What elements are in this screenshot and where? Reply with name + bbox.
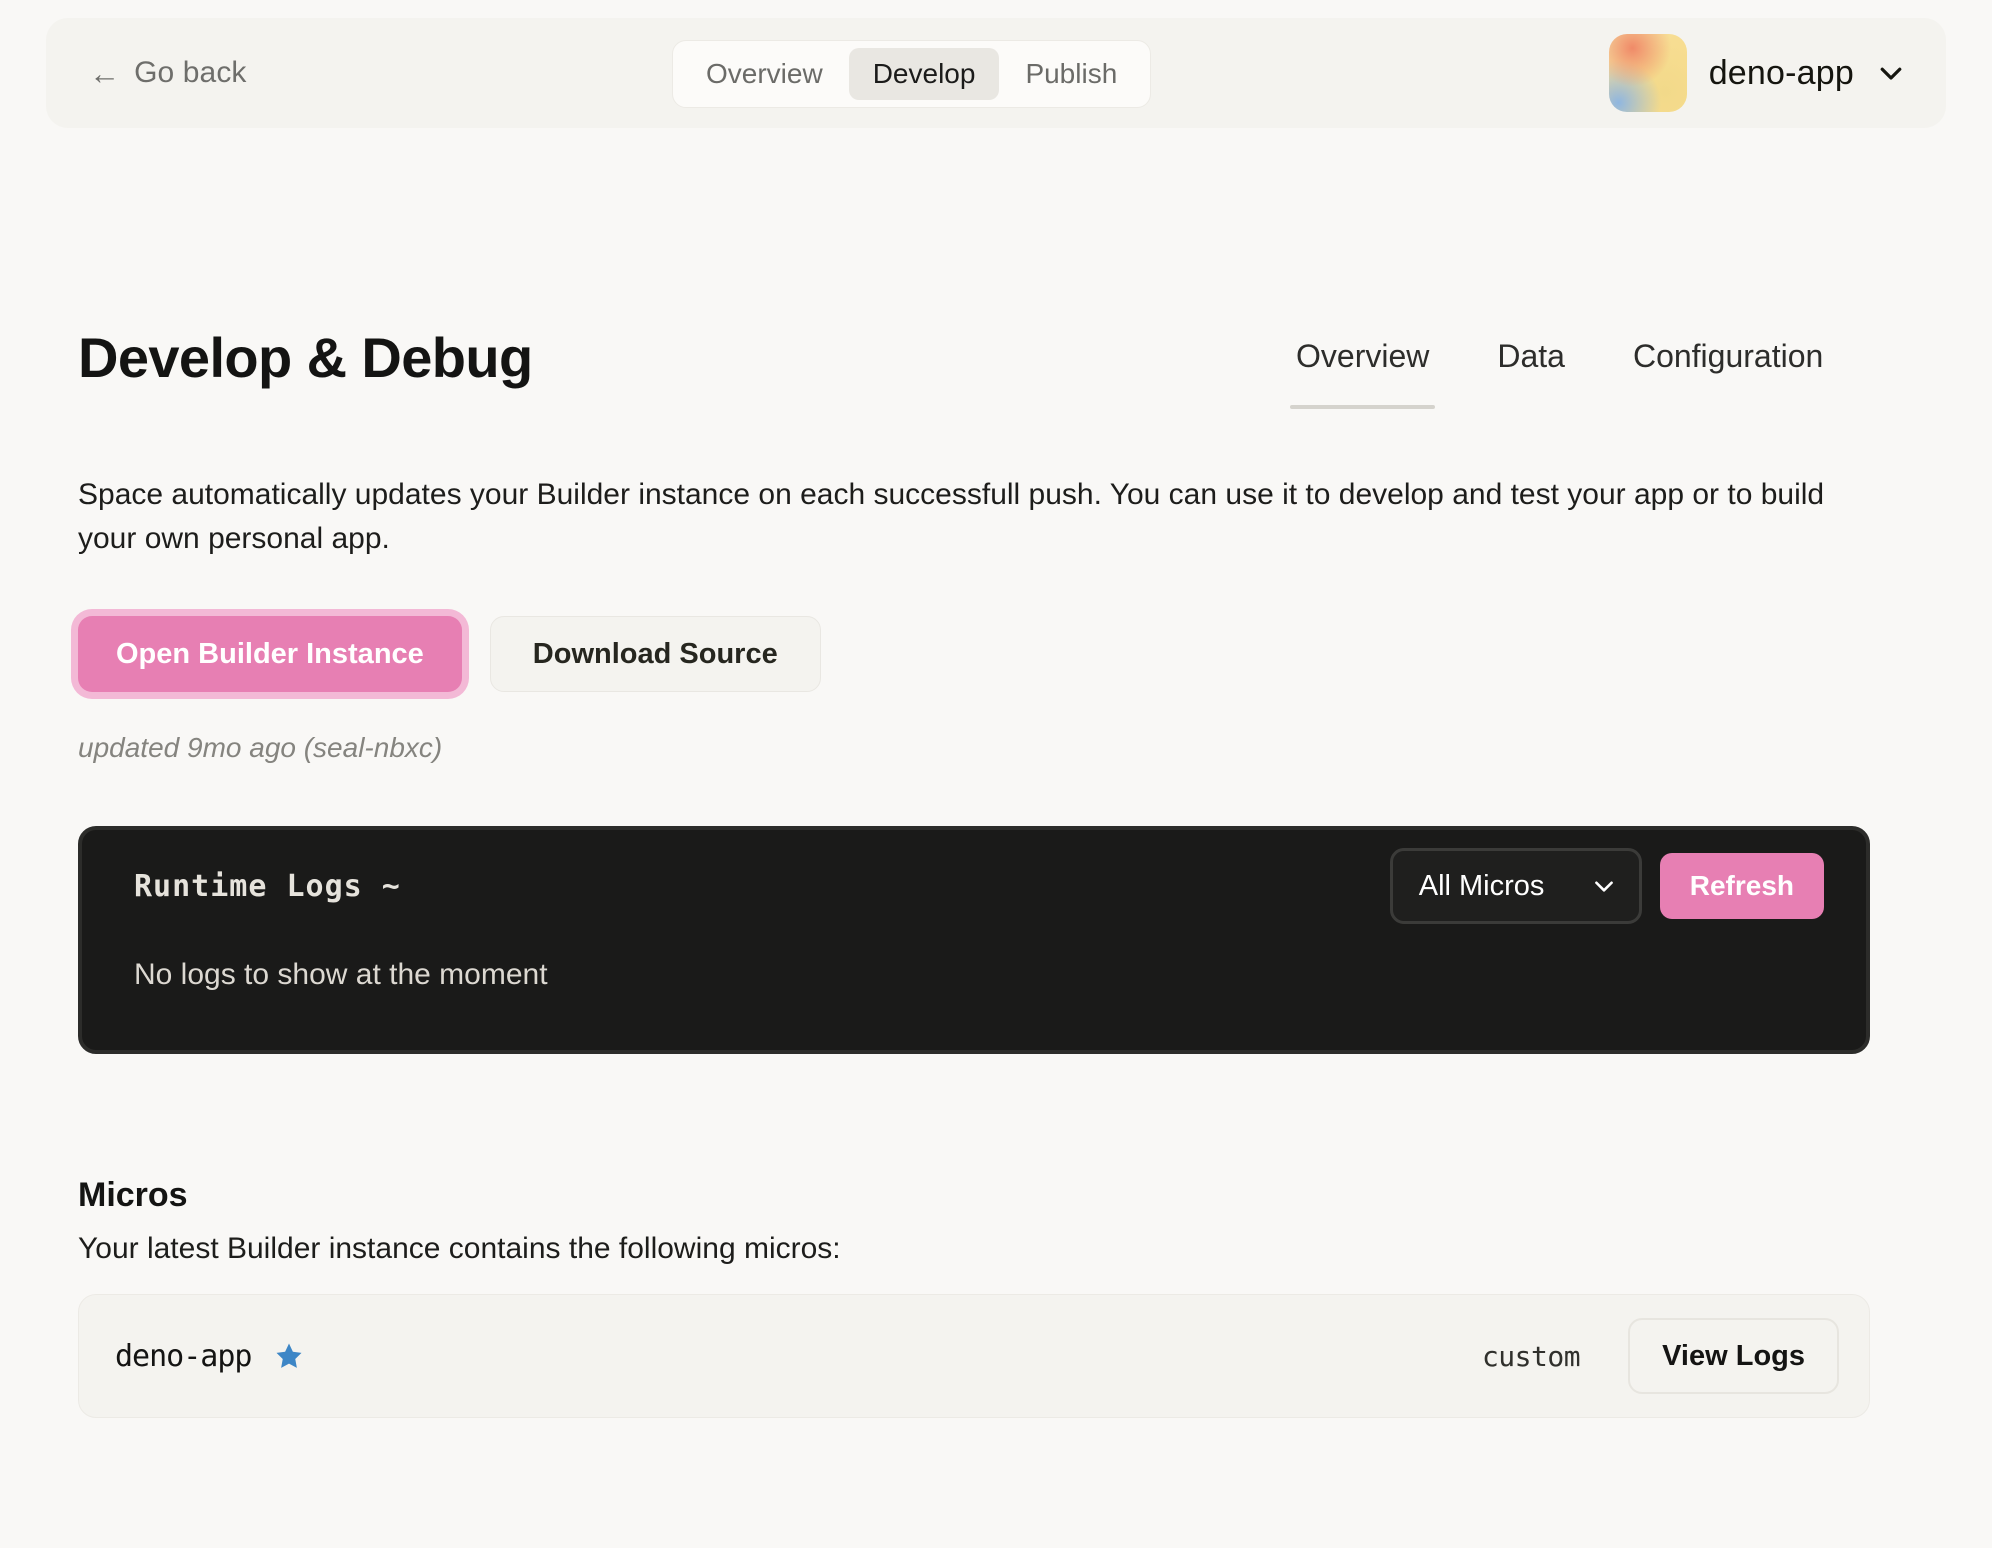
runtime-logs-empty-message: No logs to show at the moment bbox=[134, 958, 548, 991]
subtab-data[interactable]: Data bbox=[1463, 338, 1599, 409]
refresh-logs-button[interactable]: Refresh bbox=[1659, 853, 1824, 919]
chevron-down-icon bbox=[1594, 881, 1613, 892]
app-page: ← Go back Overview Develop Publish deno-… bbox=[0, 0, 1992, 1548]
micro-type-label: custom bbox=[1481, 1339, 1581, 1373]
runtime-logs-controls: All Micros Refresh bbox=[1389, 848, 1824, 924]
updated-timestamp: updated 9mo ago (seal-nbxc) bbox=[78, 732, 443, 763]
runtime-logs-panel: Runtime Logs ~ All Micros Refresh No log… bbox=[78, 826, 1870, 1054]
micros-heading: Micros bbox=[78, 1176, 188, 1214]
page-title: Develop & Debug bbox=[78, 326, 533, 389]
app-switcher[interactable]: deno-app bbox=[1608, 34, 1906, 112]
open-builder-instance-button[interactable]: Open Builder Instance bbox=[78, 616, 462, 692]
go-back-label: Go back bbox=[134, 56, 247, 89]
app-name-label: deno-app bbox=[1708, 53, 1854, 92]
micro-row-actions: custom View Logs bbox=[1482, 1318, 1839, 1394]
top-header-bar: ← Go back Overview Develop Publish deno-… bbox=[46, 18, 1946, 128]
subtab-overview[interactable]: Overview bbox=[1262, 338, 1463, 409]
runtime-logs-header: Runtime Logs ~ All Micros Refresh bbox=[82, 830, 1866, 942]
arrow-left-icon: ← bbox=[89, 55, 121, 91]
gradient-avatar bbox=[1608, 34, 1687, 112]
section-tabs: Overview Data Configuration bbox=[1262, 338, 1857, 409]
chevron-down-icon bbox=[1880, 67, 1902, 80]
download-source-button[interactable]: Download Source bbox=[489, 616, 821, 692]
micro-name-group: deno-app bbox=[115, 1339, 304, 1374]
micro-filter-select[interactable]: All Micros bbox=[1389, 848, 1642, 924]
star-icon[interactable] bbox=[274, 1341, 304, 1371]
main-tabs: Overview Develop Publish bbox=[672, 40, 1152, 108]
page-description: Space automatically updates your Builder… bbox=[78, 478, 1825, 555]
tab-overview[interactable]: Overview bbox=[682, 48, 847, 100]
action-buttons: Open Builder Instance Download Source bbox=[78, 616, 821, 692]
micro-name-label: deno-app bbox=[115, 1338, 252, 1374]
micros-subheading: Your latest Builder instance contains th… bbox=[78, 1232, 841, 1265]
micro-filter-value: All Micros bbox=[1418, 869, 1545, 902]
tab-develop[interactable]: Develop bbox=[848, 48, 1000, 100]
tab-publish[interactable]: Publish bbox=[1001, 48, 1141, 100]
subtab-configuration[interactable]: Configuration bbox=[1599, 338, 1857, 409]
micro-row: deno-app custom View Logs bbox=[78, 1294, 1870, 1418]
runtime-logs-title: Runtime Logs ~ bbox=[134, 868, 401, 904]
view-logs-button[interactable]: View Logs bbox=[1628, 1318, 1839, 1394]
go-back-button[interactable]: ← Go back bbox=[89, 56, 247, 90]
